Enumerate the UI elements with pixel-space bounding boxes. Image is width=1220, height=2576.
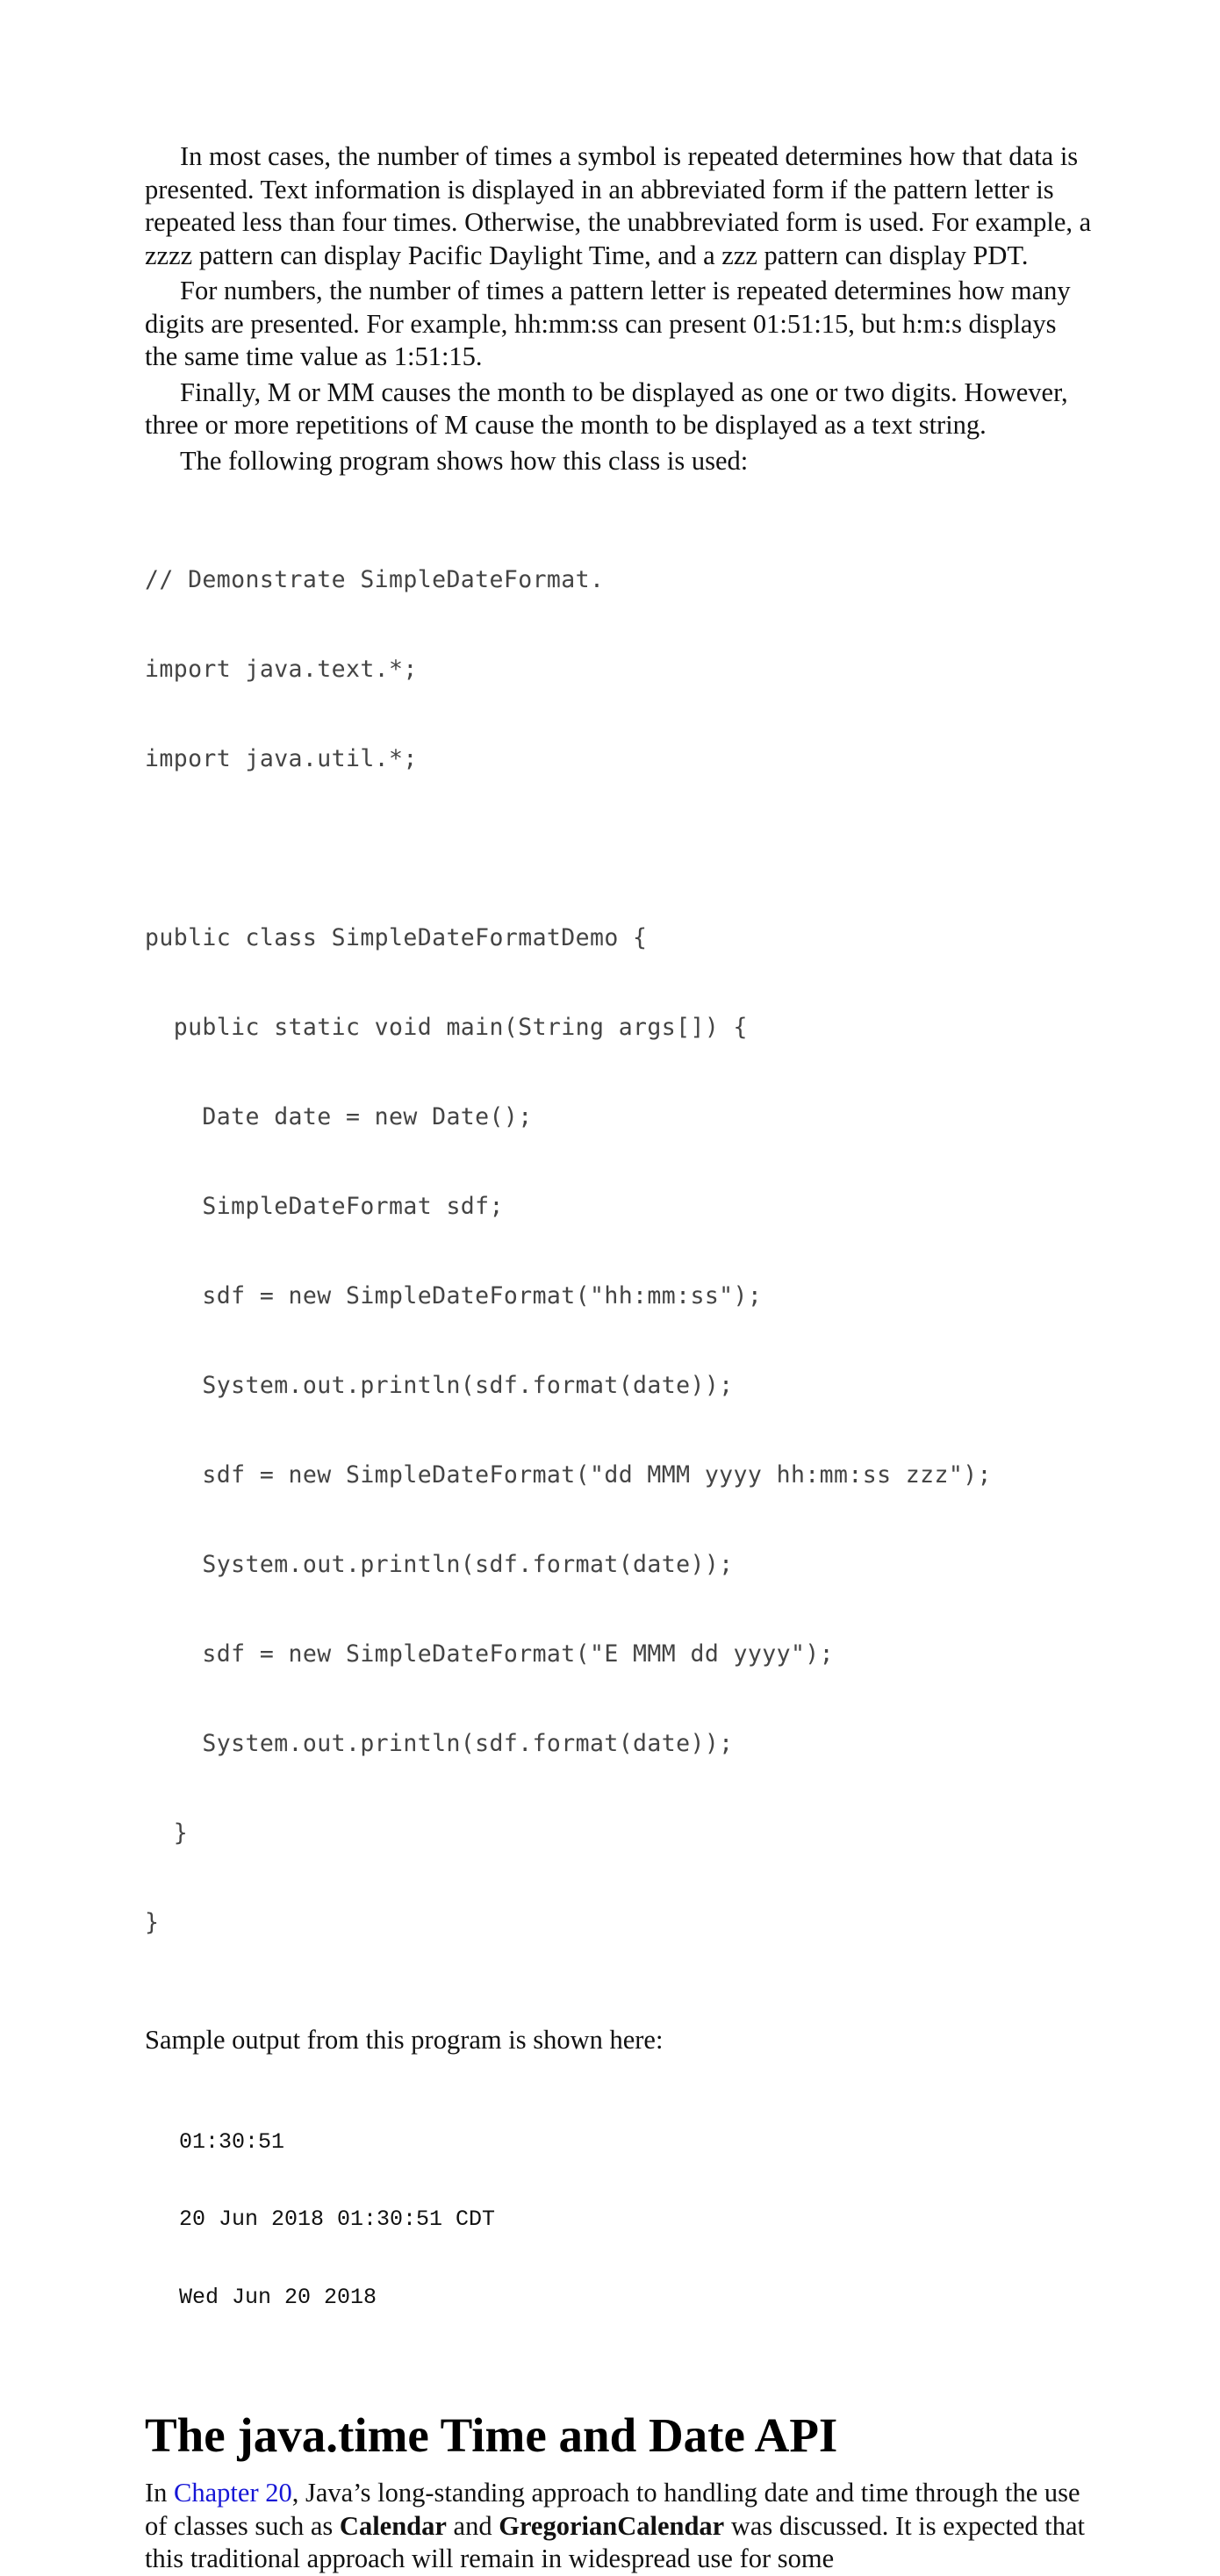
code-listing: // Demonstrate SimpleDateFormat. import …	[145, 506, 1093, 1998]
output-line: 20 Jun 2018 01:30:51 CDT	[179, 2206, 496, 2232]
code-line: Date date = new Date();	[145, 1103, 533, 1130]
code-line: public static void main(String args[]) {	[145, 1014, 748, 1041]
code-line: sdf = new SimpleDateFormat("dd MMM yyyy …	[145, 1461, 992, 1489]
code-line: sdf = new SimpleDateFormat("E MMM dd yyy…	[145, 1640, 835, 1668]
paragraph-month: Finally, M or MM causes the month to be …	[145, 377, 1068, 441]
intro-prefix: In	[145, 2478, 175, 2508]
code-line: System.out.println(sdf.format(date));	[145, 1551, 734, 1578]
class-name-gregorian-calendar: GregorianCalendar	[499, 2510, 725, 2541]
code-line: // Demonstrate SimpleDateFormat.	[145, 566, 605, 593]
code-line: import java.util.*;	[145, 745, 418, 772]
code-line: }	[145, 1909, 160, 1936]
paragraph-abbreviation: In most cases, the number of times a sym…	[145, 141, 1092, 270]
code-line: System.out.println(sdf.format(date));	[145, 1372, 734, 1399]
section-heading: The java.time Time and Date API	[145, 2408, 838, 2462]
output-line: Wed Jun 20 2018	[179, 2284, 377, 2310]
code-line: System.out.println(sdf.format(date));	[145, 1730, 734, 1757]
class-name-calendar: Calendar	[339, 2510, 447, 2541]
document-page: In most cases, the number of times a sym…	[145, 140, 1093, 2576]
sample-output: 01:30:51 20 Jun 2018 01:30:51 CDT Wed Ju…	[179, 2077, 1093, 2363]
sample-output-intro: Sample output from this program is shown…	[145, 2025, 664, 2055]
section-intro-paragraph: In Chapter 20, Java’s long-standing appr…	[145, 2477, 1093, 2576]
code-line: import java.text.*;	[145, 656, 418, 683]
output-line: 01:30:51	[179, 2128, 285, 2155]
code-line: sdf = new SimpleDateFormat("hh:mm:ss");	[145, 1282, 763, 1310]
code-line: SimpleDateFormat sdf;	[145, 1193, 504, 1220]
code-line: public class SimpleDateFormatDemo {	[145, 924, 648, 951]
code-line: }	[145, 1819, 189, 1847]
paragraph-program-intro: The following program shows how this cla…	[180, 445, 749, 476]
intro-text: and	[446, 2510, 499, 2541]
chapter-link[interactable]: Chapter 20	[174, 2478, 292, 2508]
paragraph-numbers: For numbers, the number of times a patte…	[145, 276, 1071, 371]
